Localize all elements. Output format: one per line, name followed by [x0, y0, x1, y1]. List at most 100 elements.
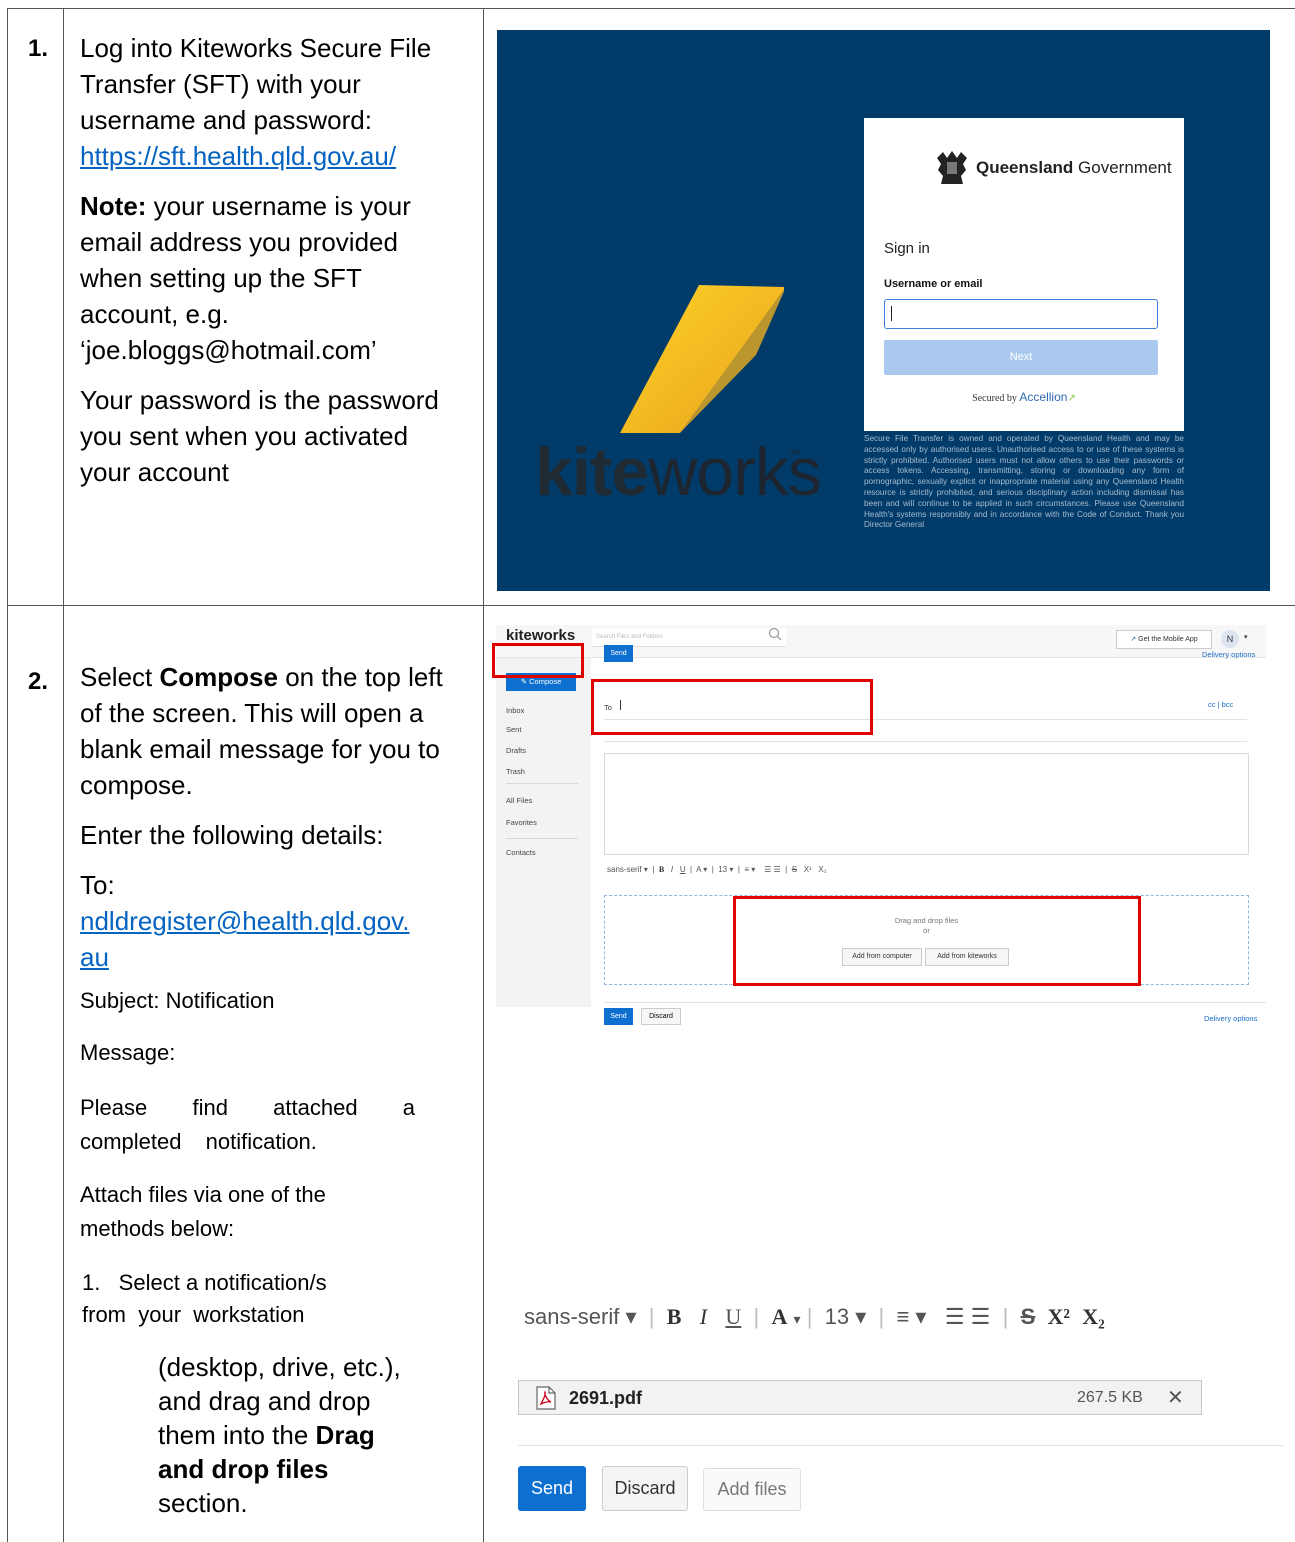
- bold-button[interactable]: B: [659, 865, 664, 874]
- list-buttons[interactable]: ☰ ☰: [764, 865, 781, 874]
- username-input[interactable]: [884, 299, 1158, 329]
- subscript-button[interactable]: X₁: [818, 865, 826, 874]
- attachment-screenshot: sans-serif ▾ | B I U | A ▾ | 13 ▾ | ≡ ▾ …: [496, 1295, 1291, 1511]
- table-border-top: [7, 8, 1295, 9]
- compose-highlight-box: [492, 643, 584, 678]
- align-select[interactable]: ≡ ▾: [744, 865, 755, 874]
- underline-button[interactable]: U: [725, 1304, 741, 1329]
- avatar[interactable]: N: [1221, 630, 1239, 648]
- kiteworks-logo: kiteworks: [506, 627, 576, 644]
- message-editor[interactable]: [604, 753, 1249, 855]
- text-color-button[interactable]: A ▾: [696, 865, 707, 874]
- login-disclaimer: Secure File Transfer is owned and operat…: [864, 434, 1184, 530]
- sidebar-item-drafts[interactable]: Drafts: [506, 746, 526, 755]
- italic-button[interactable]: I: [671, 865, 673, 874]
- italic-button[interactable]: I: [700, 1304, 707, 1329]
- pdf-file-icon: [536, 1386, 556, 1410]
- close-icon[interactable]: ✕: [1167, 1385, 1184, 1410]
- sign-in-title: Sign in: [884, 240, 930, 257]
- subject-text: Subject: Notification: [80, 988, 275, 1013]
- method-1-continued: (desktop, drive, etc.), and drag and dro…: [158, 1352, 401, 1518]
- send-button[interactable]: Send: [604, 645, 633, 662]
- compose-send-button[interactable]: Send: [604, 1008, 633, 1025]
- subject-field-underline: [604, 741, 1247, 742]
- add-files-button[interactable]: Add files: [703, 1468, 801, 1511]
- list-buttons[interactable]: ☰ ☰: [945, 1304, 991, 1329]
- footer-divider: [604, 1002, 1266, 1003]
- ndld-email-link-end[interactable]: au: [80, 942, 109, 972]
- step-2-instructions: Select on the top left of the screen. Th…: [80, 659, 465, 975]
- sidebar-item-sent[interactable]: Sent: [506, 725, 521, 734]
- table-row-separator: [7, 605, 1295, 606]
- sidebar-item-all-files[interactable]: All Files: [506, 796, 532, 805]
- trademark-mark: ™: [789, 447, 801, 461]
- discard-button[interactable]: Discard: [602, 1466, 688, 1511]
- attached-file-size: 267.5 KB: [1077, 1389, 1143, 1406]
- username-label: Username or email: [884, 278, 983, 290]
- editor-toolbar: sans-serif ▾ | B I U | A ▾ | 13 ▾ | ≡ ▾ …: [607, 865, 827, 874]
- sidebar-item-favorites[interactable]: Favorites: [506, 818, 537, 827]
- drop-zone-highlight-box: [733, 896, 1141, 986]
- attached-file-name: 2691.pdf: [569, 1388, 643, 1408]
- table-divider-image: [483, 8, 484, 1542]
- message-body: Please find attached a completed notific…: [80, 1095, 415, 1154]
- superscript-button[interactable]: X²: [1048, 1304, 1070, 1329]
- align-select[interactable]: ≡ ▾: [896, 1304, 926, 1329]
- step-1-note: Note: your username is your email addres…: [80, 191, 411, 365]
- font-select[interactable]: sans-serif ▾: [524, 1304, 637, 1329]
- sft-login-link[interactable]: https://sft.health.qld.gov.au/: [80, 141, 396, 171]
- queensland-crest-icon: [937, 151, 967, 184]
- search-icon[interactable]: [768, 627, 782, 641]
- text-color-button[interactable]: A: [772, 1304, 788, 1329]
- attachment-divider: [518, 1445, 1283, 1446]
- font-size-select[interactable]: 13 ▾: [718, 865, 733, 874]
- to-field-highlight-box: [591, 679, 873, 735]
- chevron-down-icon[interactable]: ▾: [794, 1311, 801, 1327]
- strikethrough-button[interactable]: S: [1021, 1304, 1036, 1329]
- compose-sidebar: ✎ Compose Inbox Sent Drafts Trash All Fi…: [496, 658, 591, 1007]
- enter-details-text: Enter the following details:: [80, 820, 384, 850]
- method-1-line-1: 1. Select a notification/s: [82, 1270, 327, 1295]
- attach-intro: Attach files via one of the methods belo…: [80, 1182, 326, 1241]
- kiteworks-wordmark: kiteworks: [535, 434, 822, 510]
- ndld-email-link[interactable]: ndldregister@health.qld.gov.: [80, 906, 409, 936]
- bold-button[interactable]: B: [667, 1304, 682, 1329]
- strikethrough-button[interactable]: S: [792, 865, 797, 874]
- sidebar-divider: [506, 838, 578, 839]
- compose-discard-button[interactable]: Discard: [641, 1008, 681, 1025]
- send-button[interactable]: Send: [518, 1466, 586, 1511]
- compose-screenshot: kiteworks Search Files and Folders ↗ Get…: [492, 625, 1266, 1007]
- login-screenshot: kiteworks ™ Queensland Government Sign i…: [497, 30, 1270, 591]
- step-1-instructions: Log into Kiteworks Secure File Transfer …: [80, 30, 465, 490]
- superscript-button[interactable]: X¹: [804, 865, 812, 874]
- underline-button[interactable]: U: [680, 865, 686, 874]
- sidebar-item-inbox[interactable]: Inbox: [506, 706, 524, 715]
- compose-delivery-options-link[interactable]: Delivery options: [1204, 1014, 1257, 1023]
- secured-by-accellion: Secured by Accellion↗: [972, 390, 1076, 404]
- next-button[interactable]: Next: [884, 340, 1158, 375]
- big-editor-toolbar: sans-serif ▾ | B I U | A ▾ | 13 ▾ | ≡ ▾ …: [524, 1304, 1105, 1329]
- attached-file-row: 2691.pdf 267.5 KB ✕: [518, 1380, 1202, 1415]
- step-2-number: 2.: [28, 668, 49, 695]
- sidebar-divider: [506, 783, 578, 784]
- sidebar-item-trash[interactable]: Trash: [506, 767, 525, 776]
- delivery-options-link[interactable]: Delivery options: [1202, 650, 1255, 659]
- get-mobile-app-button[interactable]: ↗ Get the Mobile App: [1116, 630, 1212, 649]
- font-size-select[interactable]: 13 ▾: [825, 1304, 867, 1329]
- sidebar-item-contacts[interactable]: Contacts: [506, 848, 536, 857]
- compose-instruction: Select on the top left of the screen. Th…: [80, 662, 443, 800]
- method-1-line-2: from your workstation: [82, 1302, 305, 1327]
- table-border-left: [7, 8, 8, 1542]
- subscript-button[interactable]: X₂: [1082, 1304, 1104, 1329]
- step-1-number: 1.: [28, 35, 49, 62]
- step-1-intro: Log into Kiteworks Secure File Transfer …: [80, 33, 432, 135]
- kiteworks-kite-icon: [620, 285, 784, 433]
- step-1-password-text: Your password is the password you sent w…: [80, 385, 439, 487]
- queensland-government-logo-text: Queensland Government: [976, 158, 1172, 177]
- login-card: Queensland Government Sign in Username o…: [864, 118, 1184, 431]
- font-select[interactable]: sans-serif ▾: [607, 865, 648, 874]
- chevron-down-icon[interactable]: ▾: [1244, 633, 1248, 641]
- message-label: Message:: [80, 1040, 176, 1065]
- to-label: To:: [80, 870, 115, 900]
- cc-bcc-link[interactable]: cc | bcc: [1208, 700, 1233, 709]
